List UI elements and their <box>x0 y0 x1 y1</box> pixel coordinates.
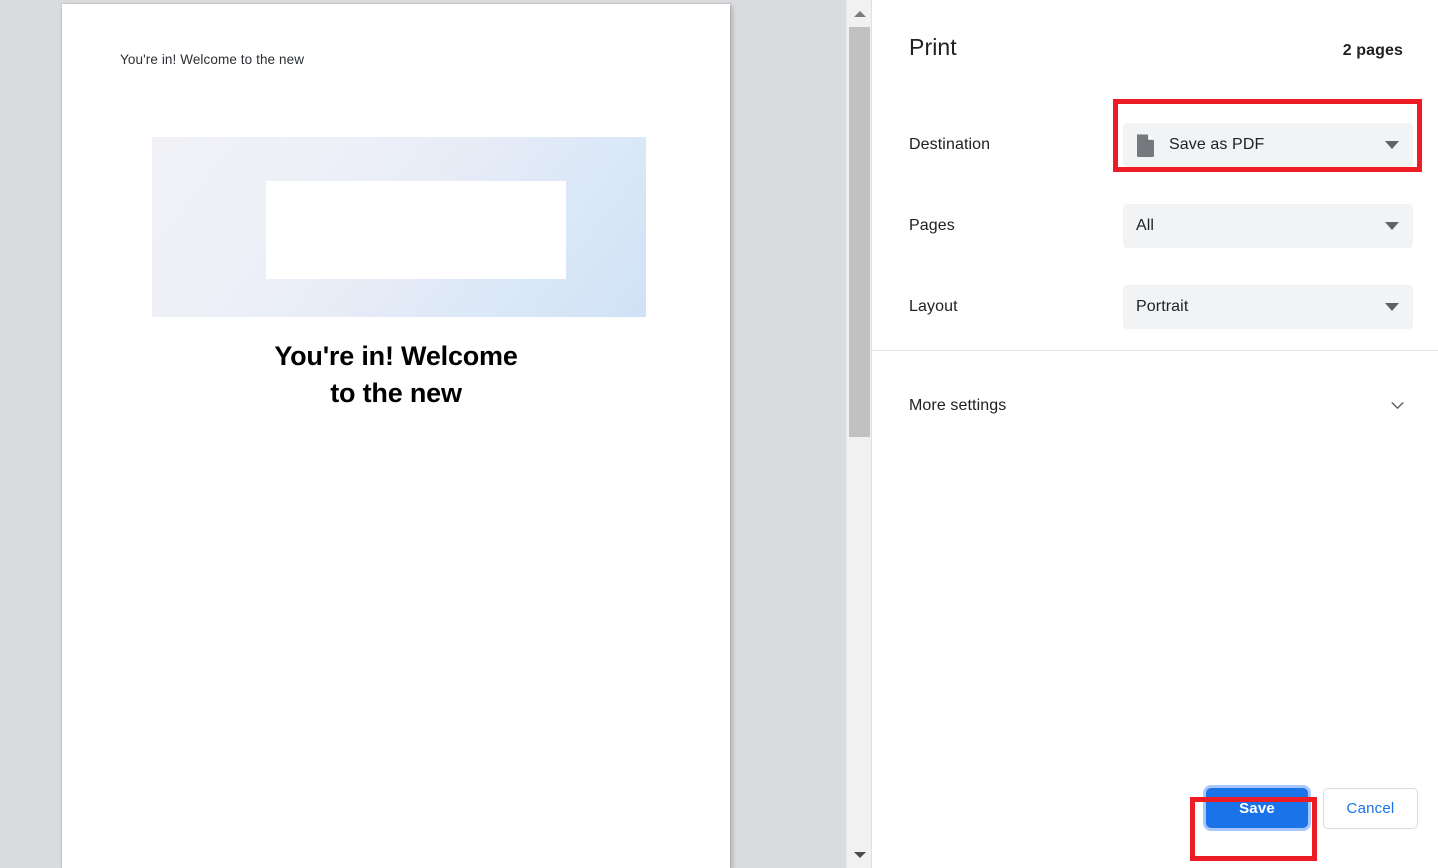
scrollbar-thumb[interactable] <box>849 27 870 437</box>
chevron-down-icon <box>1391 402 1404 409</box>
pages-select[interactable]: All <box>1123 203 1413 248</box>
destination-label: Destination <box>909 135 991 153</box>
preview-scrollbar[interactable] <box>846 0 872 868</box>
headline-line-1: You're in! Welcome <box>274 341 518 371</box>
chevron-down-icon <box>1385 221 1399 230</box>
pages-label: Pages <box>909 216 955 234</box>
layout-select[interactable]: Portrait <box>1123 284 1413 329</box>
print-panel-footer: Save Cancel <box>872 776 1438 868</box>
page-title: Print <box>909 34 957 60</box>
document-top-line: You're in! Welcome to the new <box>120 52 305 67</box>
save-button[interactable]: Save <box>1206 788 1308 828</box>
setting-row-destination: Destination Save as PDF <box>872 104 1438 185</box>
preview-page-sheet: You're in! Welcome to the new You're in!… <box>62 4 730 868</box>
print-settings-panel: Print 2 pages Destination Save as PDF Pa… <box>871 0 1438 868</box>
print-dialog-screen: You're in! Welcome to the new You're in!… <box>0 0 1438 868</box>
destination-value: Save as PDF <box>1169 135 1265 153</box>
document-headline: You're in! Welcome to the new <box>120 338 672 412</box>
print-settings-list: Destination Save as PDF Pages All Layout… <box>872 104 1438 347</box>
hero-inner-card <box>266 181 566 279</box>
page-count-label: 2 pages <box>1342 42 1403 59</box>
destination-select[interactable]: Save as PDF <box>1123 122 1413 167</box>
layout-label: Layout <box>909 297 958 315</box>
pages-value: All <box>1136 216 1155 234</box>
document-icon <box>1137 133 1155 157</box>
setting-row-layout: Layout Portrait <box>872 266 1438 347</box>
chevron-down-icon <box>1385 302 1399 311</box>
panel-divider <box>872 350 1438 351</box>
headline-line-2: to the new <box>330 378 462 408</box>
scroll-down-arrow-icon <box>853 851 866 858</box>
scroll-up-arrow-icon <box>853 10 866 17</box>
setting-row-pages: Pages All <box>872 185 1438 266</box>
cancel-button[interactable]: Cancel <box>1323 788 1418 829</box>
scroll-up-button[interactable] <box>847 0 872 27</box>
print-preview-area: You're in! Welcome to the new You're in!… <box>0 0 846 868</box>
print-panel-header: Print 2 pages <box>909 34 1403 61</box>
layout-value: Portrait <box>1136 297 1189 315</box>
document-hero-banner <box>152 137 646 317</box>
more-settings-toggle[interactable]: More settings <box>872 383 1438 428</box>
scroll-down-button[interactable] <box>847 841 872 868</box>
chevron-down-icon <box>1385 140 1399 149</box>
more-settings-label: More settings <box>909 396 1007 414</box>
